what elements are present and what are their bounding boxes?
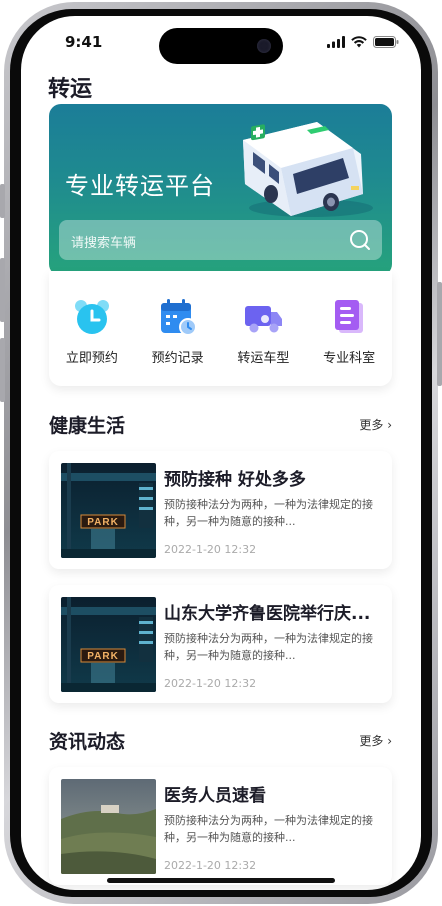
search-icon[interactable]: [348, 228, 372, 252]
status-time: 9:41: [65, 33, 103, 51]
card-title: 山东大学齐鲁医院举行庆...: [164, 604, 371, 624]
search-placeholder: 请搜索车辆: [71, 236, 137, 251]
landscape-image: [61, 779, 156, 874]
signal-icon: [327, 36, 345, 48]
power-button: [437, 282, 442, 386]
quick-menu: 立即预约 预约记录 转运车型 专业科室: [49, 271, 392, 386]
document-icon: [335, 300, 364, 333]
quick-item-label: 转运车型: [237, 351, 290, 366]
card-description: 预防接种法分为两种，一种为法律规定的接种，另一种为随意的接种...: [164, 814, 373, 844]
parking-garage-image: PARK: [61, 463, 156, 558]
hero-banner: 专业转运平台 请搜索车辆: [49, 104, 392, 276]
hero-title: 专业转运平台: [65, 172, 215, 200]
page-title: 转运: [48, 77, 93, 102]
section-title: 健康生活: [49, 415, 126, 437]
park-sign-text: PARK: [87, 651, 119, 662]
health-card[interactable]: PARK 预防接种 好处多多 预防接种法分为两种，一种为法律规定的接种，另一种为…: [49, 451, 392, 569]
quick-item-label: 立即预约: [65, 351, 118, 366]
more-link[interactable]: 更多 ›: [359, 732, 392, 749]
truck-icon: [245, 306, 283, 333]
card-description: 预防接种法分为两种，一种为法律规定的接种，另一种为随意的接种...: [164, 632, 373, 662]
home-indicator[interactable]: [107, 878, 335, 883]
parking-garage-image: PARK: [61, 597, 156, 692]
more-link[interactable]: 更多 ›: [359, 416, 392, 433]
chevron-right-icon: ›: [387, 734, 392, 748]
chevron-right-icon: ›: [387, 418, 392, 432]
parking-garage-illustration: PARK: [61, 463, 156, 558]
calendar-clock-icon: [160, 299, 197, 336]
alarm-clock-icon: [74, 300, 109, 334]
status-icons: [327, 36, 399, 48]
more-label: 更多: [359, 418, 384, 432]
dynamic-island: [159, 28, 283, 64]
section-title: 资讯动态: [49, 731, 126, 753]
volume-down-button: [0, 338, 5, 402]
battery-icon: [373, 36, 399, 48]
quick-item-book-now[interactable]: 立即预约: [52, 297, 132, 386]
ambulance-illustration: [243, 122, 373, 217]
card-title: 医务人员速看: [164, 786, 266, 806]
more-label: 更多: [359, 734, 384, 748]
card-date: 2022-1-20 12:32: [164, 859, 257, 872]
news-card[interactable]: 医务人员速看 预防接种法分为两种，一种为法律规定的接种，另一种为随意的接种...…: [49, 767, 392, 885]
camera-icon: [257, 39, 271, 53]
park-sign-text: PARK: [87, 517, 119, 528]
quick-item-vehicle-types[interactable]: 转运车型: [223, 297, 303, 386]
quick-item-records[interactable]: 预约记录: [138, 297, 218, 386]
status-bar: 9:41: [21, 16, 421, 68]
health-card[interactable]: PARK 山东大学齐鲁医院举行庆... 预防接种法分为两种，一种为法律规定的接种…: [49, 585, 392, 703]
health-section-header: 健康生活 更多 ›: [49, 411, 392, 437]
news-section-header: 资讯动态 更多 ›: [49, 727, 392, 753]
search-bar[interactable]: 请搜索车辆: [59, 220, 382, 260]
card-description: 预防接种法分为两种，一种为法律规定的接种，另一种为随意的接种...: [164, 498, 373, 528]
grassy-hill-illustration: [61, 779, 156, 874]
silent-switch: [0, 184, 5, 218]
screen: 9:41 转运 专业转运平台 请搜索车辆 立即预约 预约记录 转运车型 专业科室…: [21, 16, 421, 890]
parking-garage-illustration: PARK: [61, 597, 156, 692]
quick-item-label: 专业科室: [323, 351, 376, 366]
card-date: 2022-1-20 12:32: [164, 543, 257, 556]
wifi-icon: [351, 36, 367, 48]
volume-up-button: [0, 258, 5, 322]
quick-item-label: 预约记录: [151, 351, 204, 366]
quick-item-departments[interactable]: 专业科室: [309, 297, 389, 386]
card-title: 预防接种 好处多多: [164, 470, 306, 490]
card-date: 2022-1-20 12:32: [164, 677, 257, 690]
